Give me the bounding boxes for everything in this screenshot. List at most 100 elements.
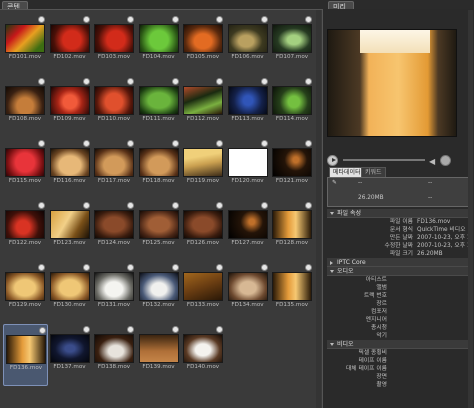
thumbnail-label: FD139.mov	[142, 364, 175, 370]
stack-badge-icon[interactable]	[260, 16, 268, 23]
thumbnail-item[interactable]: FD130.mov	[48, 262, 93, 324]
stack-badge-icon[interactable]	[38, 78, 45, 85]
stack-badge-icon[interactable]	[82, 202, 90, 209]
volume-button[interactable]	[440, 155, 451, 166]
thumbnail-item[interactable]: FD107.mov	[270, 14, 315, 76]
thumbnail-item[interactable]: FD137.mov	[48, 324, 93, 386]
play-button[interactable]	[327, 155, 338, 166]
section-video[interactable]: 비디오	[327, 340, 471, 349]
thumbnail-item[interactable]: FD114.mov	[270, 76, 315, 138]
thumbnail-item[interactable]: FD115.mov	[3, 138, 48, 200]
thumbnail-item[interactable]: FD131.mov	[92, 262, 137, 324]
thumbnail-image	[49, 272, 90, 301]
stack-badge-icon[interactable]	[171, 264, 179, 271]
stack-badge-icon[interactable]	[171, 202, 179, 209]
thumbnail-item[interactable]: FD106.mov	[226, 14, 271, 76]
thumbnail-item[interactable]: FD104.mov	[137, 14, 182, 76]
thumbnail-item[interactable]: FD128.mov	[270, 200, 315, 262]
stack-badge-icon[interactable]	[260, 202, 268, 209]
thumbnail-item[interactable]: FD133.mov	[181, 262, 226, 324]
thumbnail-item[interactable]: FD111.mov	[137, 76, 182, 138]
stack-badge-icon[interactable]	[39, 327, 46, 334]
thumbnail-item[interactable]: FD127.mov	[226, 200, 271, 262]
stack-badge-icon[interactable]	[127, 326, 134, 333]
section-audio[interactable]: 오디오	[327, 267, 471, 276]
stack-badge-icon[interactable]	[260, 140, 268, 147]
stack-badge-icon[interactable]	[82, 140, 90, 147]
thumbnail-item[interactable]: FD101.mov	[3, 14, 48, 76]
property-row: 픽셀 종횡비	[327, 349, 471, 357]
stack-badge-icon[interactable]	[171, 16, 179, 23]
thumbnail-item[interactable]: FD116.mov	[48, 138, 93, 200]
stack-badge-icon[interactable]	[127, 78, 134, 85]
thumbnail-item[interactable]: FD103.mov	[92, 14, 137, 76]
thumbnail-item[interactable]: FD139.mov	[137, 324, 182, 386]
stack-badge-icon[interactable]	[171, 326, 179, 333]
stack-badge-icon[interactable]	[82, 264, 90, 271]
thumbnail-item[interactable]: FD135.mov	[270, 262, 315, 324]
thumbnail-item[interactable]: FD112.mov	[181, 76, 226, 138]
stack-badge-icon[interactable]	[305, 264, 312, 271]
thumbnail-item[interactable]: FD105.mov	[181, 14, 226, 76]
thumbnail-item[interactable]: FD126.mov	[181, 200, 226, 262]
stack-badge-icon[interactable]	[38, 140, 45, 147]
stack-badge-icon[interactable]	[216, 16, 223, 23]
scrub-bar[interactable]	[343, 159, 425, 161]
stack-badge-icon[interactable]	[82, 326, 90, 333]
stack-badge-icon[interactable]	[305, 16, 312, 23]
stack-badge-icon[interactable]	[38, 202, 45, 209]
stack-badge-icon[interactable]	[82, 16, 90, 23]
content-scrollbar[interactable]	[316, 10, 321, 408]
stack-badge-icon[interactable]	[216, 202, 223, 209]
thumbnail-item[interactable]: FD129.mov	[3, 262, 48, 324]
thumbnail-item[interactable]: FD119.mov	[181, 138, 226, 200]
stack-badge-icon[interactable]	[171, 78, 179, 85]
thumbnail-item[interactable]: FD120.mov	[226, 138, 271, 200]
stack-badge-icon[interactable]	[305, 202, 312, 209]
thumbnail-item[interactable]: FD140.mov	[181, 324, 226, 386]
stack-badge-icon[interactable]	[216, 140, 223, 147]
section-file-properties[interactable]: 파일 속성	[327, 209, 471, 218]
thumbnail-item[interactable]: FD109.mov	[48, 76, 93, 138]
stack-badge-icon[interactable]	[38, 16, 45, 23]
property-key: 문서 형식	[389, 227, 413, 233]
thumbnail-item[interactable]: FD123.mov	[48, 200, 93, 262]
stack-badge-icon[interactable]	[260, 264, 268, 271]
stack-badge-icon[interactable]	[171, 140, 179, 147]
stack-badge-icon[interactable]	[127, 264, 134, 271]
thumbnail-label: FD130.mov	[53, 302, 86, 308]
thumbnail-item[interactable]: FD113.mov	[226, 76, 271, 138]
property-key: 장르	[376, 301, 387, 307]
stack-badge-icon[interactable]	[127, 202, 134, 209]
stack-badge-icon[interactable]	[216, 326, 223, 333]
thumbnail-item[interactable]: FD102.mov	[48, 14, 93, 76]
stack-badge-icon[interactable]	[127, 16, 134, 23]
thumbnail-item[interactable]: FD134.mov	[226, 262, 271, 324]
property-row: 아티스트	[327, 276, 471, 284]
stack-badge-icon[interactable]	[305, 78, 312, 85]
thumbnail-item[interactable]: FD108.mov	[3, 76, 48, 138]
stack-badge-icon[interactable]	[82, 78, 90, 85]
thumbnail-image	[183, 148, 223, 177]
thumbnail-image	[49, 334, 90, 363]
section-iptc-core[interactable]: IPTC Core	[327, 258, 471, 267]
stack-badge-icon[interactable]	[260, 78, 268, 85]
stack-badge-icon[interactable]	[216, 78, 223, 85]
stack-badge-icon[interactable]	[305, 140, 312, 147]
thumbnail-item[interactable]: FD125.mov	[137, 200, 182, 262]
thumbnail-item[interactable]: FD110.mov	[92, 76, 137, 138]
thumbnail-item[interactable]: FD121.mov	[270, 138, 315, 200]
tab-metadata[interactable]: 메타데이터	[329, 167, 365, 177]
thumbnail-item[interactable]: FD136.mov	[3, 324, 48, 386]
tab-keywords[interactable]: 키워드	[361, 167, 386, 177]
thumbnail-item[interactable]: FD118.mov	[137, 138, 182, 200]
thumbnail-item[interactable]: FD124.mov	[92, 200, 137, 262]
thumbnail-item[interactable]: FD122.mov	[3, 200, 48, 262]
thumbnail-item[interactable]: FD117.mov	[92, 138, 137, 200]
metadata-scrollbar[interactable]	[468, 10, 473, 408]
thumbnail-item[interactable]: FD138.mov	[92, 324, 137, 386]
thumbnail-item[interactable]: FD132.mov	[137, 262, 182, 324]
stack-badge-icon[interactable]	[38, 264, 45, 271]
stack-badge-icon[interactable]	[127, 140, 134, 147]
stack-badge-icon[interactable]	[216, 264, 223, 271]
